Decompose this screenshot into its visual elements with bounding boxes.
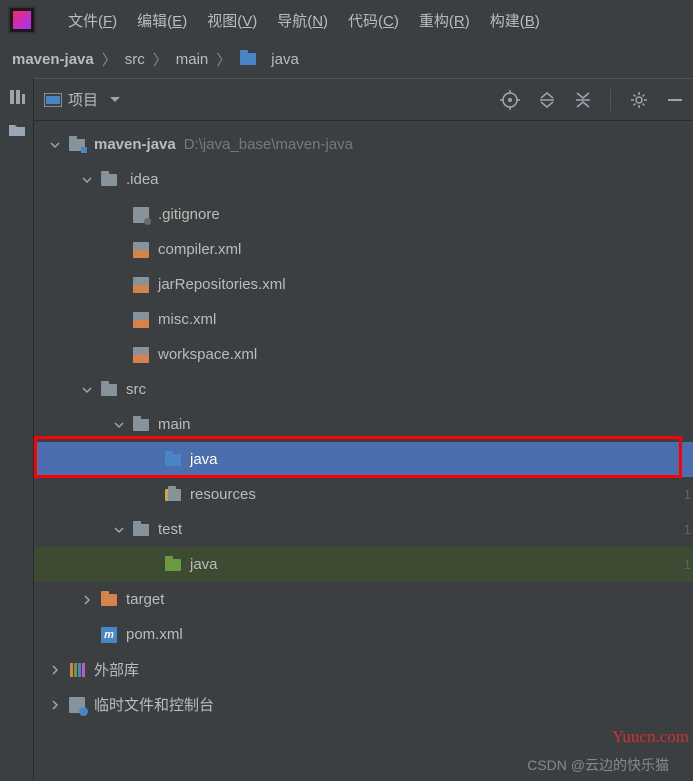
left-gutter (0, 78, 34, 781)
chevron-right-icon: 〉 (153, 49, 168, 70)
collapse-all-icon[interactable] (574, 91, 592, 109)
tool-window-title[interactable]: 项目 (44, 89, 120, 110)
chevron-down-icon[interactable] (82, 385, 96, 395)
locate-icon[interactable] (500, 90, 520, 110)
chevron-right-icon[interactable] (50, 700, 64, 710)
folder-icon[interactable] (8, 122, 26, 138)
menu-bar: 文件(F)编辑(E)视图(V)导航(N)代码(C)重构(R)构建(B) (58, 6, 550, 35)
tool-window-header: 项目 (34, 79, 693, 121)
tree-node-test-root[interactable]: java 1 (34, 547, 693, 582)
tree-node-file[interactable]: workspace.xml (34, 337, 693, 372)
minimize-icon[interactable] (667, 92, 683, 108)
title-bar: 文件(F)编辑(E)视图(V)导航(N)代码(C)重构(R)构建(B) (0, 0, 693, 40)
dropdown-icon[interactable] (110, 97, 120, 103)
tree-node-external-libraries[interactable]: 外部库 (34, 652, 693, 687)
tree-node-project[interactable]: maven-java D:\java_base\maven-java (34, 127, 693, 162)
watermark: CSDN @云边的快乐猫 (527, 755, 669, 775)
chevron-right-icon[interactable] (50, 665, 64, 675)
watermark: Yuucn.com (612, 727, 689, 747)
breadcrumb-item[interactable]: src (125, 51, 145, 68)
menu-item[interactable]: 编辑(E) (127, 6, 197, 35)
tree-node-folder[interactable]: target (34, 582, 693, 617)
menu-item[interactable]: 视图(V) (197, 6, 267, 35)
tree-node-file[interactable]: .gitignore (34, 197, 693, 232)
menu-item[interactable]: 构建(B) (480, 6, 550, 35)
tree-node-folder[interactable]: main (34, 407, 693, 442)
menu-item[interactable]: 文件(F) (58, 6, 127, 35)
chevron-down-icon[interactable] (50, 140, 64, 150)
menu-item[interactable]: 代码(C) (338, 6, 409, 35)
tree-node-folder[interactable]: src (34, 372, 693, 407)
window-icon (44, 93, 62, 107)
tree-node-scratches[interactable]: 临时文件和控制台 (34, 687, 693, 722)
tree-node-file[interactable]: jarRepositories.xml (34, 267, 693, 302)
tree-node-file[interactable]: misc.xml (34, 302, 693, 337)
chevron-right-icon: 〉 (216, 49, 231, 70)
breadcrumb-item[interactable]: main (176, 51, 209, 68)
chevron-right-icon[interactable] (82, 595, 96, 605)
tree-node-file[interactable]: m pom.xml (34, 617, 693, 652)
tree-node-folder[interactable]: test 1 (34, 512, 693, 547)
tree-node-folder[interactable]: .idea (34, 162, 693, 197)
chevron-down-icon[interactable] (82, 175, 96, 185)
chevron-down-icon[interactable] (114, 420, 128, 430)
breadcrumb-item[interactable]: java (239, 50, 299, 68)
structure-icon[interactable] (8, 88, 26, 106)
project-tool-window: 项目 maven-java D:\java_base\maven-java (34, 78, 693, 781)
tree-node-source-root[interactable]: java (34, 442, 693, 477)
breadcrumb-bar: maven-java 〉 src 〉 main 〉 java (0, 40, 693, 78)
expand-all-icon[interactable] (538, 91, 556, 109)
menu-item[interactable]: 导航(N) (267, 6, 338, 35)
project-tree: maven-java D:\java_base\maven-java .idea… (34, 121, 693, 728)
app-icon (8, 6, 36, 34)
chevron-down-icon[interactable] (114, 525, 128, 535)
breadcrumb-item[interactable]: maven-java (12, 51, 94, 68)
gear-icon[interactable] (629, 90, 649, 110)
chevron-right-icon: 〉 (102, 49, 117, 70)
menu-item[interactable]: 重构(R) (409, 6, 480, 35)
tree-node-resources[interactable]: resources 1 (34, 477, 693, 512)
tree-node-file[interactable]: compiler.xml (34, 232, 693, 267)
